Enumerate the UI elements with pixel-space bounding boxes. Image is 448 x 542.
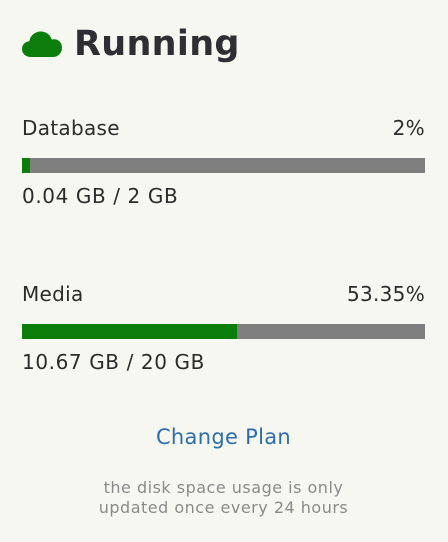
database-usage: Database 2% 0.04 GB / 2 GB — [22, 113, 425, 208]
change-plan-link[interactable]: Change Plan — [22, 425, 425, 449]
media-usage: Media 53.35% 10.67 GB / 20 GB — [22, 279, 425, 374]
database-percent: 2% — [392, 116, 425, 140]
status-title: Running — [74, 24, 240, 64]
usage-update-note-line-2: updated once every 24 hours — [98, 498, 349, 517]
cloud-icon — [22, 30, 62, 58]
media-label: Media — [22, 282, 84, 306]
media-progress-fill — [22, 324, 237, 339]
media-amount: 10.67 GB / 20 GB — [22, 350, 205, 374]
usage-update-note-line-1: the disk space usage is only — [103, 478, 344, 497]
database-progress-bar — [22, 158, 425, 173]
database-amount: 0.04 GB / 2 GB — [22, 184, 179, 208]
status-header: Running — [22, 22, 240, 66]
usage-update-note: the disk space usage is only updated onc… — [22, 478, 425, 518]
media-progress-bar — [22, 324, 425, 339]
database-progress-fill — [22, 158, 31, 173]
database-label: Database — [22, 116, 120, 140]
media-usage-header: Media 53.35% — [22, 279, 425, 309]
media-percent: 53.35% — [346, 282, 425, 306]
database-usage-header: Database 2% — [22, 113, 425, 143]
